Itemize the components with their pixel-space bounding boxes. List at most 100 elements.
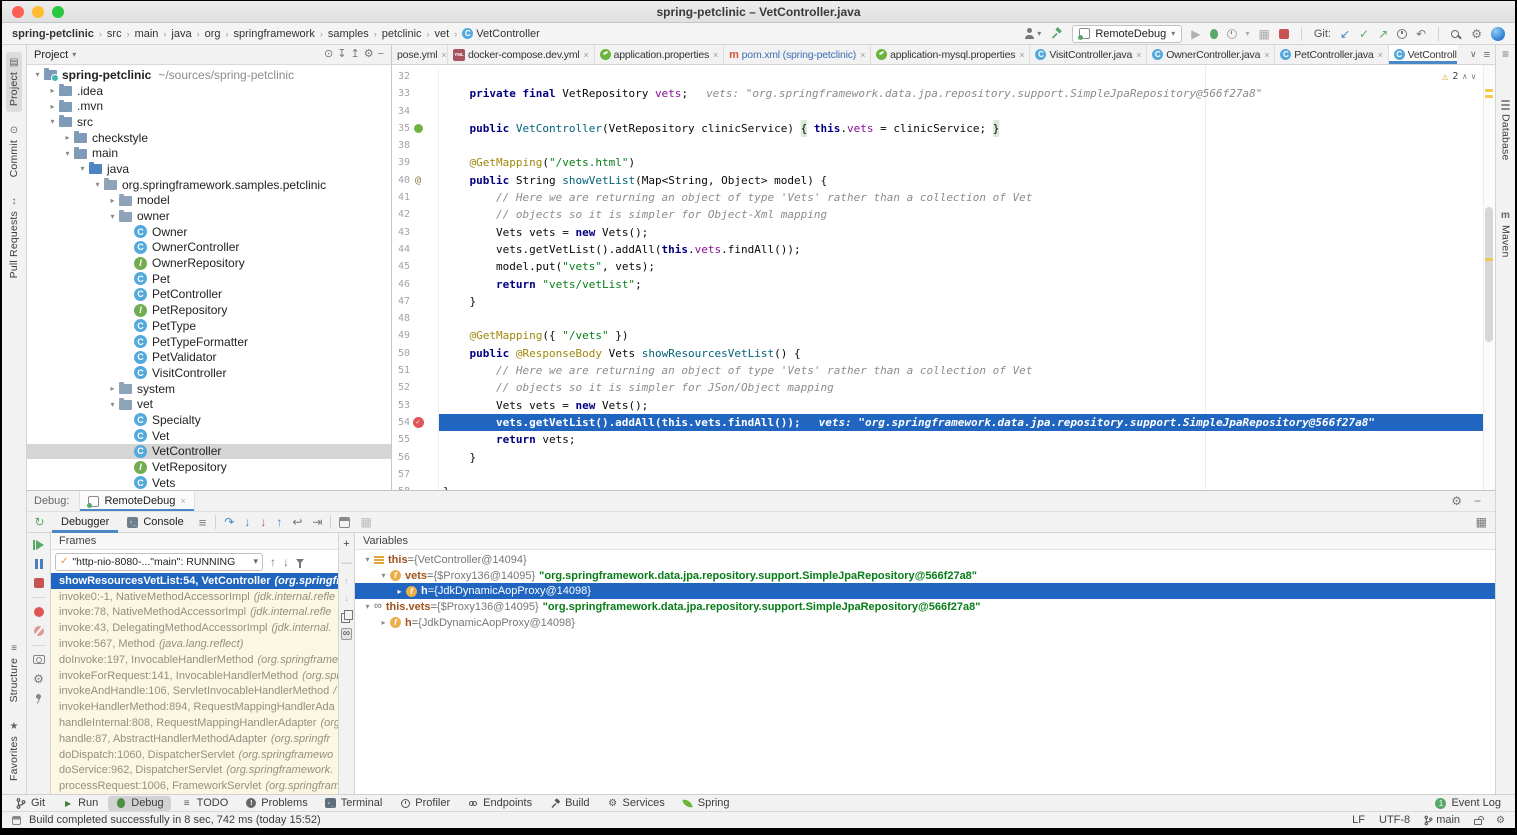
editor-scrollbar[interactable]: [1485, 207, 1493, 342]
code-line[interactable]: 33 private final VetRepository vets;vets…: [392, 85, 1495, 102]
line-number[interactable]: 40: [392, 172, 410, 189]
tool-window-button-debug[interactable]: Debug: [108, 796, 170, 811]
debug-session-tab[interactable]: RemoteDebug ×: [79, 491, 194, 511]
user-menu-button[interactable]: ▾: [1024, 28, 1041, 39]
rerun-icon[interactable]: ↻: [34, 516, 44, 528]
variable-row[interactable]: ▾∞this.vets = {$Proxy136@14095}"org.spri…: [355, 599, 1495, 615]
chevron-down-icon[interactable]: ▾: [72, 51, 76, 59]
code-line[interactable]: 52 // objects so it is simpler for JSon/…: [392, 379, 1495, 396]
chevron-expanded-icon[interactable]: ▾: [106, 212, 119, 221]
stack-frame[interactable]: invoke:43, DelegatingMethodAccessorImpl(…: [51, 620, 338, 636]
debugger-settings-gear-icon[interactable]: ⚙: [33, 673, 44, 685]
chevron-collapsed-icon[interactable]: ▸: [393, 587, 406, 596]
encoding-indicator[interactable]: UTF-8: [1379, 814, 1410, 826]
tool-window-button-endpoints[interactable]: Endpoints: [460, 796, 539, 811]
collapse-all-icon[interactable]: ↧: [337, 49, 346, 60]
tree-item[interactable]: CVets: [27, 475, 391, 490]
run-button[interactable]: ▶: [1191, 28, 1200, 40]
breadcrumb-item[interactable]: springframework: [234, 28, 315, 40]
remove-watch-icon[interactable]: —: [341, 557, 352, 569]
debug-button[interactable]: [1210, 29, 1218, 39]
hide-panel-icon[interactable]: −: [378, 49, 384, 60]
tree-item[interactable]: ▾spring-petclinic~/sources/spring-petcli…: [27, 67, 391, 83]
chevron-expanded-icon[interactable]: ▾: [31, 70, 44, 79]
next-frame-icon[interactable]: ↓: [283, 556, 289, 568]
variable-row[interactable]: ▾this = {VetController@14094}: [355, 552, 1495, 568]
git-branch-widget[interactable]: main: [1424, 814, 1460, 826]
layout-menu-icon[interactable]: ≡: [199, 516, 207, 529]
variable-row[interactable]: ▸fh = {JdkDynamicAopProxy@14098}: [355, 615, 1495, 631]
stack-frame[interactable]: handleInternal:808, RequestMappingHandle…: [51, 715, 338, 731]
tab-list-icon[interactable]: ≡: [1484, 49, 1490, 61]
git-push-button[interactable]: ↗: [1378, 28, 1388, 40]
close-window-button[interactable]: [12, 6, 24, 18]
rollback-button[interactable]: ↶: [1416, 28, 1426, 40]
code-line[interactable]: 35 public VetController(VetRepository cl…: [392, 120, 1495, 137]
line-number[interactable]: 41: [392, 189, 410, 206]
breadcrumb-item[interactable]: samples: [328, 28, 369, 40]
editor-tab[interactable]: CPetController.java×: [1275, 45, 1388, 64]
chevron-expanded-icon[interactable]: ▾: [361, 602, 374, 611]
line-number[interactable]: 42: [392, 206, 410, 223]
tree-item[interactable]: ▸model: [27, 193, 391, 209]
tool-window-button-run[interactable]: ▶Run: [55, 796, 105, 811]
editor-tab[interactable]: application.properties×: [595, 45, 724, 64]
line-ending-indicator[interactable]: LF: [1352, 814, 1365, 826]
tool-window-button-terminal[interactable]: ›_Terminal: [318, 796, 390, 811]
stack-frame[interactable]: handle:87, AbstractHandlerMethodAdapter(…: [51, 731, 338, 747]
code-line[interactable]: 49 @GetMapping({ "/vets" }): [392, 327, 1495, 344]
tool-window-stack-icon[interactable]: ≡: [1502, 48, 1509, 60]
pause-program-icon[interactable]: [35, 559, 43, 569]
code-line[interactable]: 51 // Here we are returning an object of…: [392, 362, 1495, 379]
close-icon[interactable]: ×: [180, 497, 185, 506]
coverage-button[interactable]: ▦: [1259, 28, 1270, 40]
close-tab-icon[interactable]: ×: [584, 50, 589, 60]
tree-item[interactable]: ▸system: [27, 381, 391, 397]
chevron-expanded-icon[interactable]: ▾: [76, 164, 89, 173]
line-number[interactable]: 44: [392, 241, 410, 258]
run-to-cursor-icon[interactable]: ⇥: [312, 516, 322, 528]
breadcrumb-item[interactable]: vet: [435, 28, 450, 40]
ide-assistant-icon[interactable]: [1491, 27, 1505, 41]
sidebar-item-database[interactable]: Database: [1498, 94, 1514, 167]
tree-item[interactable]: CVetController: [27, 444, 391, 460]
chevron-expanded-icon[interactable]: ▾: [46, 117, 59, 126]
line-number[interactable]: 55: [392, 431, 410, 448]
tree-item[interactable]: COwnerController: [27, 240, 391, 256]
close-tab-icon[interactable]: ×: [441, 50, 446, 60]
chevron-expanded-icon[interactable]: ▾: [377, 571, 390, 580]
hide-debug-panel-icon[interactable]: −: [1474, 495, 1481, 507]
breadcrumb-item[interactable]: main: [135, 28, 159, 40]
stop-button[interactable]: [1279, 29, 1289, 39]
code-line[interactable]: 56 }: [392, 449, 1495, 466]
close-tab-icon[interactable]: ×: [1378, 50, 1383, 60]
variable-row[interactable]: ▾fvets = {$Proxy136@14095}"org.springfra…: [355, 568, 1495, 584]
breadcrumb-item[interactable]: spring-petclinic: [12, 28, 94, 40]
breadcrumb-item[interactable]: org: [205, 28, 221, 40]
line-number[interactable]: 45: [392, 258, 410, 275]
trace-icon[interactable]: ▦: [360, 516, 371, 528]
background-tasks-icon[interactable]: [12, 816, 21, 825]
close-tab-icon[interactable]: ×: [1136, 50, 1141, 60]
close-tab-icon[interactable]: ×: [860, 50, 865, 60]
spring-bean-icon[interactable]: [414, 124, 423, 133]
stack-frame[interactable]: doService:962, DispatcherServlet(org.spr…: [51, 763, 338, 779]
code-line[interactable]: 38: [392, 137, 1495, 154]
event-log-button[interactable]: 1Event Log: [1435, 797, 1509, 809]
code-line[interactable]: 34: [392, 103, 1495, 120]
code-line[interactable]: 39 @GetMapping("/vets.html"): [392, 154, 1495, 171]
profiler-chevron-icon[interactable]: ▾: [1246, 30, 1250, 38]
tool-window-button-build[interactable]: Build: [542, 796, 596, 811]
tree-item[interactable]: ▸.idea: [27, 83, 391, 99]
code-line[interactable]: 44 vets.getVetList().addAll(this.vets.fi…: [392, 241, 1495, 258]
add-watch-icon[interactable]: +: [343, 538, 349, 550]
code-line[interactable]: 47 }: [392, 293, 1495, 310]
line-number[interactable]: 58: [392, 483, 410, 490]
stack-frame[interactable]: showResourcesVetList:54, VetController(o…: [51, 573, 338, 589]
mute-breakpoints-icon[interactable]: [34, 626, 44, 636]
move-watch-down-icon[interactable]: ↓: [344, 593, 349, 603]
sidebar-item-pull-requests[interactable]: ↕Pull Requests: [6, 191, 22, 284]
hidden-tabs-chevron-icon[interactable]: ∨: [1470, 49, 1477, 60]
stack-frame[interactable]: invoke:567, Method(java.lang.reflect): [51, 636, 338, 652]
line-number[interactable]: 35: [392, 120, 410, 137]
